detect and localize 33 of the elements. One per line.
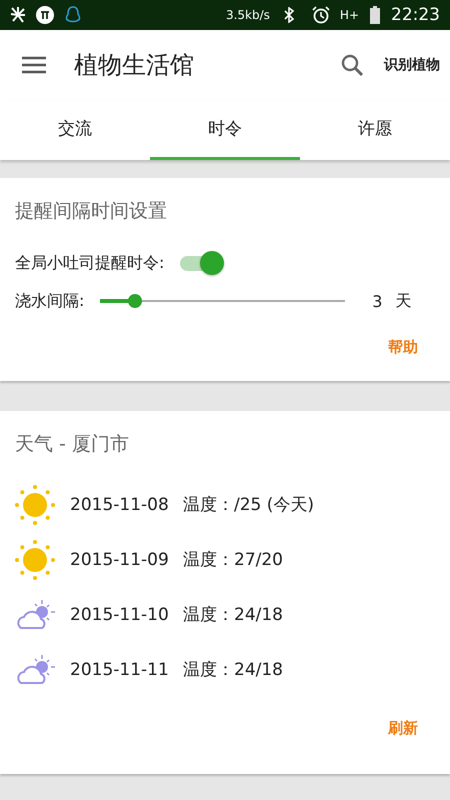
pi-icon — [36, 6, 54, 24]
tab[interactable]: 许愿 — [300, 100, 450, 160]
battery-icon — [369, 6, 381, 24]
identify-plant-button[interactable]: 识别植物 — [384, 56, 440, 74]
forecast-date: 2015-11-10 — [70, 604, 170, 624]
forecast-temperature: 温度：24/18 — [183, 659, 283, 681]
toggle-label: 全局小吐司提醒时令: — [15, 252, 164, 274]
forecast-date: 2015-11-09 — [70, 550, 170, 570]
forecast-temperature: 温度：/25 (今天) — [183, 494, 314, 516]
slider-label: 浇水间隔: — [15, 290, 84, 312]
forecast-date: 2015-11-08 — [70, 494, 170, 514]
card-title: 提醒间隔时间设置 — [15, 199, 168, 224]
clock-time: 22:23 — [391, 5, 440, 25]
forecast-temperature: 温度：24/18 — [183, 604, 283, 626]
sun-icon — [15, 484, 55, 524]
slider-thumb[interactable] — [128, 294, 142, 308]
forecast-date: 2015-11-11 — [70, 660, 170, 680]
menu-icon[interactable] — [22, 56, 46, 74]
penguin-icon — [64, 5, 82, 25]
card-title: 天气 - 厦门市 — [15, 432, 130, 457]
slider-unit: 天 — [395, 290, 412, 312]
slider-track[interactable] — [100, 294, 346, 308]
sun-icon — [15, 540, 55, 580]
alarm-icon — [312, 6, 330, 24]
forecast-temperature: 温度：27/20 — [183, 549, 283, 571]
fan-icon — [10, 6, 26, 24]
slider-value: 3 — [371, 292, 384, 310]
network-type: H+ — [340, 8, 359, 22]
tab[interactable]: 交流 — [0, 100, 150, 160]
app-title: 植物生活馆 — [74, 50, 195, 81]
network-speed: 3.5kb/s — [226, 8, 270, 22]
tab[interactable]: 时令 — [150, 100, 300, 160]
search-icon[interactable] — [340, 53, 364, 77]
